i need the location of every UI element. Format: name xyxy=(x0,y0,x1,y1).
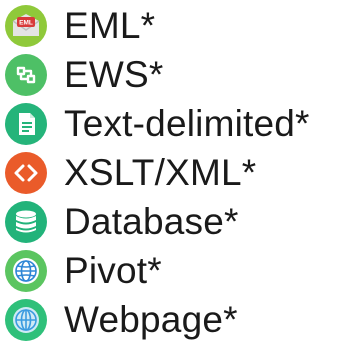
list-item-label: Webpage* xyxy=(64,299,238,340)
list-item-xslt-xml[interactable]: XSLT/XML* xyxy=(4,151,256,195)
eml-envelope-icon: EML xyxy=(4,4,48,48)
list-item-text-delimited[interactable]: Text-delimited* xyxy=(4,102,310,146)
list-item-label: Pivot* xyxy=(64,250,162,291)
list-item-pivot[interactable]: Pivot* xyxy=(4,249,162,293)
list-item-label: XSLT/XML* xyxy=(64,152,257,193)
list-item-database[interactable]: Database* xyxy=(4,200,239,244)
list-item-label: Text-delimited* xyxy=(64,103,310,144)
list-item-ews[interactable]: EWS* xyxy=(4,53,163,97)
ews-exchange-icon xyxy=(4,53,48,97)
list-item-eml[interactable]: EML EML* xyxy=(4,4,155,48)
list-item-label: EWS* xyxy=(64,54,164,95)
list-item-label: EML* xyxy=(64,5,156,46)
xml-code-icon xyxy=(4,151,48,195)
globe-icon xyxy=(4,249,48,293)
list-item-label: Database* xyxy=(64,201,239,242)
text-document-icon xyxy=(4,102,48,146)
svg-text:EML: EML xyxy=(19,20,33,27)
database-icon xyxy=(4,200,48,244)
format-list: EML EML* EWS* Text-delimited* XSLT/XML* … xyxy=(0,0,359,353)
web-globe-icon xyxy=(4,298,48,342)
list-item-webpage[interactable]: Webpage* xyxy=(4,298,238,342)
